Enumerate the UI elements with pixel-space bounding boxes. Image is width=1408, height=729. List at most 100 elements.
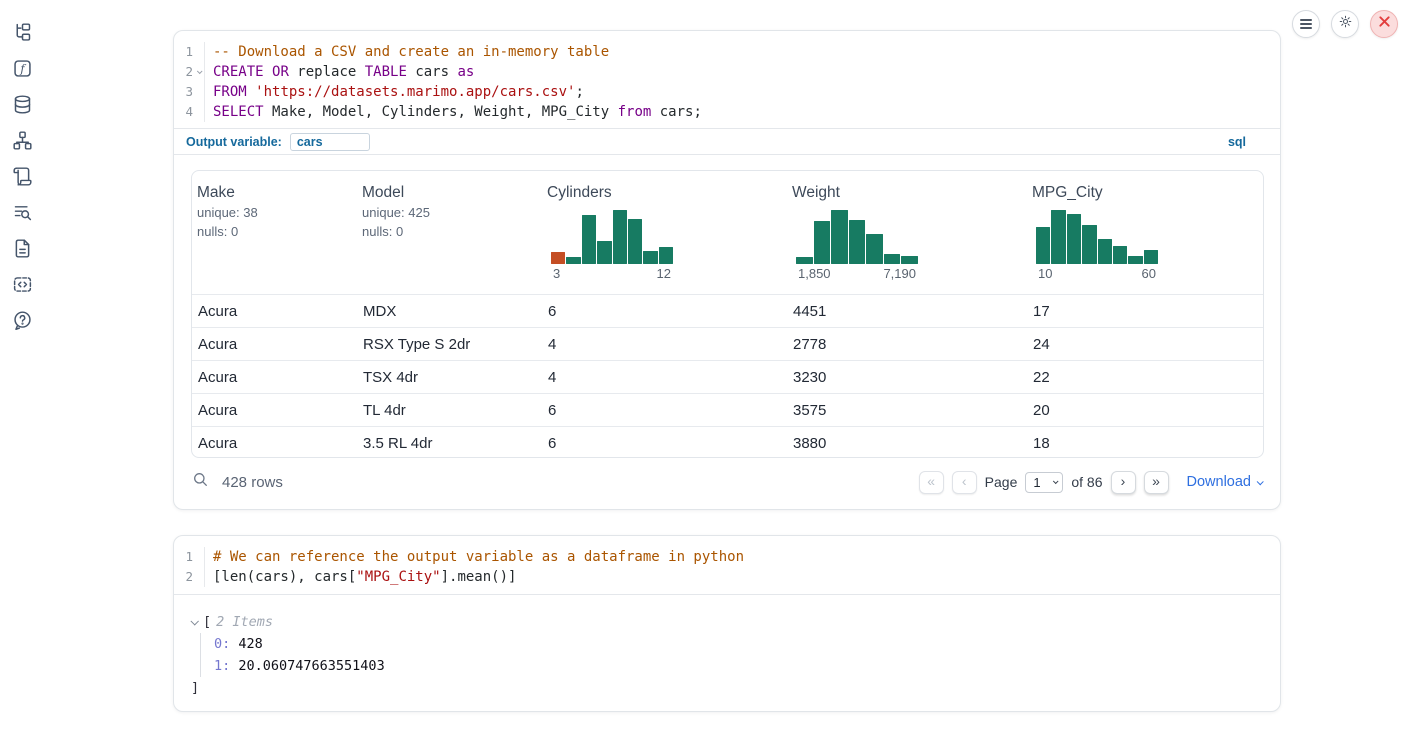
prev-page-button[interactable]: ‹ (952, 471, 977, 494)
column-header-make[interactable]: Make unique: 38 nulls: 0 (192, 171, 357, 294)
column-histogram[interactable]: 312 (551, 210, 673, 281)
histogram-bar (582, 215, 596, 264)
download-button[interactable]: Download (1187, 474, 1263, 490)
chevron-down-icon (1053, 478, 1059, 484)
window-controls (1292, 10, 1398, 38)
histogram-tick-label: 7,190 (883, 266, 916, 281)
line-number-gutter: 2 (174, 567, 205, 587)
column-stat: nulls: 0 (197, 224, 353, 240)
page-number-value: 1 (1033, 475, 1040, 490)
code-line[interactable]: 4SELECT Make, Model, Cylinders, Weight, … (174, 102, 1280, 122)
column-header-mpg_city[interactable]: MPG_City1060 (1027, 171, 1263, 294)
table-cell: 3230 (787, 361, 1027, 393)
output-variable-row: Output variable: sql (174, 128, 1280, 155)
gear-icon (1338, 14, 1353, 34)
code-line[interactable]: 2[len(cars), cars["MPG_City"].mean()] (174, 567, 1280, 587)
column-header-cylinders[interactable]: Cylinders 312 (542, 171, 787, 294)
output-variable-input[interactable] (290, 133, 370, 151)
line-number-gutter: 1 (174, 42, 205, 62)
histogram-bar (1144, 250, 1158, 264)
table-cell: 6 (542, 427, 787, 458)
table-row[interactable]: AcuraMDX6445117 (192, 294, 1263, 327)
first-page-button[interactable]: « (919, 471, 944, 494)
histogram-bar (1082, 225, 1096, 264)
functions-icon[interactable]: f (12, 58, 33, 79)
next-page-button[interactable]: › (1111, 471, 1136, 494)
settings-button[interactable] (1331, 10, 1359, 38)
histogram-bar (643, 251, 657, 265)
table-cell: 4 (542, 361, 787, 393)
row-count: 428 rows (222, 474, 283, 491)
code-line[interactable]: 1# We can reference the output variable … (174, 547, 1280, 567)
histogram-bar (796, 257, 813, 264)
database-icon[interactable] (12, 94, 33, 115)
search-icon[interactable] (192, 471, 209, 493)
hamburger-icon (1300, 19, 1312, 29)
table-row[interactable]: AcuraTSX 4dr4323022 (192, 360, 1263, 393)
code-line[interactable]: 1-- Download a CSV and create an in-memo… (174, 42, 1280, 62)
table-cell: 6 (542, 394, 787, 426)
table-cell: 3.5 RL 4dr (357, 427, 542, 458)
language-badge: sql (1228, 135, 1246, 149)
table-cell: Acura (192, 361, 357, 393)
scratchpad-scroll-icon[interactable] (12, 166, 33, 187)
pagination: « ‹ Page 1 of 86 › » Download (919, 471, 1262, 494)
help-icon[interactable] (12, 310, 33, 331)
page-number-select[interactable]: 1 (1025, 472, 1063, 493)
python-editor[interactable]: 1# We can reference the output variable … (174, 536, 1280, 587)
table-cell: 17 (1027, 295, 1263, 327)
histogram-bar (551, 252, 565, 264)
histogram-bar (628, 219, 642, 264)
column-stat: unique: 38 (197, 205, 353, 221)
document-icon[interactable] (12, 238, 33, 259)
histogram-tick-label: 1,850 (798, 266, 831, 281)
dependency-graph-icon[interactable] (12, 130, 33, 151)
histogram-bar (1051, 210, 1065, 264)
close-icon (1378, 15, 1391, 33)
tree-items-count: 2 Items (216, 614, 273, 630)
notebook-menu-button[interactable] (1292, 10, 1320, 38)
page-label: Page (985, 474, 1018, 490)
column-name: Make (197, 184, 353, 202)
python-cell: 1# We can reference the output variable … (173, 535, 1281, 712)
logs-search-icon[interactable] (12, 202, 33, 223)
tree-expander-icon[interactable] (190, 617, 198, 625)
column-header-model[interactable]: Modelunique: 425nulls: 0 (357, 171, 542, 294)
last-page-button[interactable]: » (1144, 471, 1169, 494)
histogram-bar (659, 247, 673, 264)
code-line[interactable]: 3FROM 'https://datasets.marimo.app/cars.… (174, 82, 1280, 102)
table-row[interactable]: Acura3.5 RL 4dr6388018 (192, 426, 1263, 458)
histogram-bar (849, 220, 866, 264)
column-histogram[interactable]: 1,850 7,190 (796, 210, 918, 281)
table-cell: 4451 (787, 295, 1027, 327)
table-body: AcuraMDX6445117AcuraRSX Type S 2dr427782… (192, 294, 1263, 458)
snippets-code-icon[interactable] (12, 274, 33, 295)
column-histogram[interactable]: 1060 (1036, 210, 1158, 281)
sql-editor[interactable]: 1-- Download a CSV and create an in-memo… (174, 31, 1280, 122)
tree-open-bracket: [ (203, 614, 211, 630)
histogram-bar (1113, 246, 1127, 264)
file-tree-icon[interactable] (12, 22, 33, 43)
histogram-bar (866, 234, 883, 264)
column-header-weight[interactable]: Weight1,8507,190 (787, 171, 1027, 294)
shutdown-button[interactable] (1370, 10, 1398, 38)
table-cell: 24 (1027, 328, 1263, 360)
column-name: Cylinders (547, 184, 783, 202)
histogram-tick-label: 10 (1038, 266, 1052, 281)
histogram-bar (831, 210, 848, 264)
histogram-tick-label: 3 (553, 266, 560, 281)
table-row[interactable]: AcuraRSX Type S 2dr4277824 (192, 327, 1263, 360)
table-row[interactable]: AcuraTL 4dr6357520 (192, 393, 1263, 426)
code-text: SELECT Make, Model, Cylinders, Weight, M… (205, 102, 702, 122)
histogram-bar (1036, 227, 1050, 264)
download-label: Download (1187, 474, 1252, 490)
histogram-bar (613, 210, 627, 264)
code-text: # We can reference the output variable a… (205, 547, 744, 567)
output-variable-label: Output variable: (186, 135, 282, 149)
table-cell: Acura (192, 427, 357, 458)
code-line[interactable]: 2CREATE OR replace TABLE cars as (174, 62, 1280, 82)
column-name: Model (362, 184, 538, 202)
table-cell: MDX (357, 295, 542, 327)
line-number-gutter: 3 (174, 82, 205, 102)
fold-chevron-icon[interactable] (197, 68, 203, 74)
